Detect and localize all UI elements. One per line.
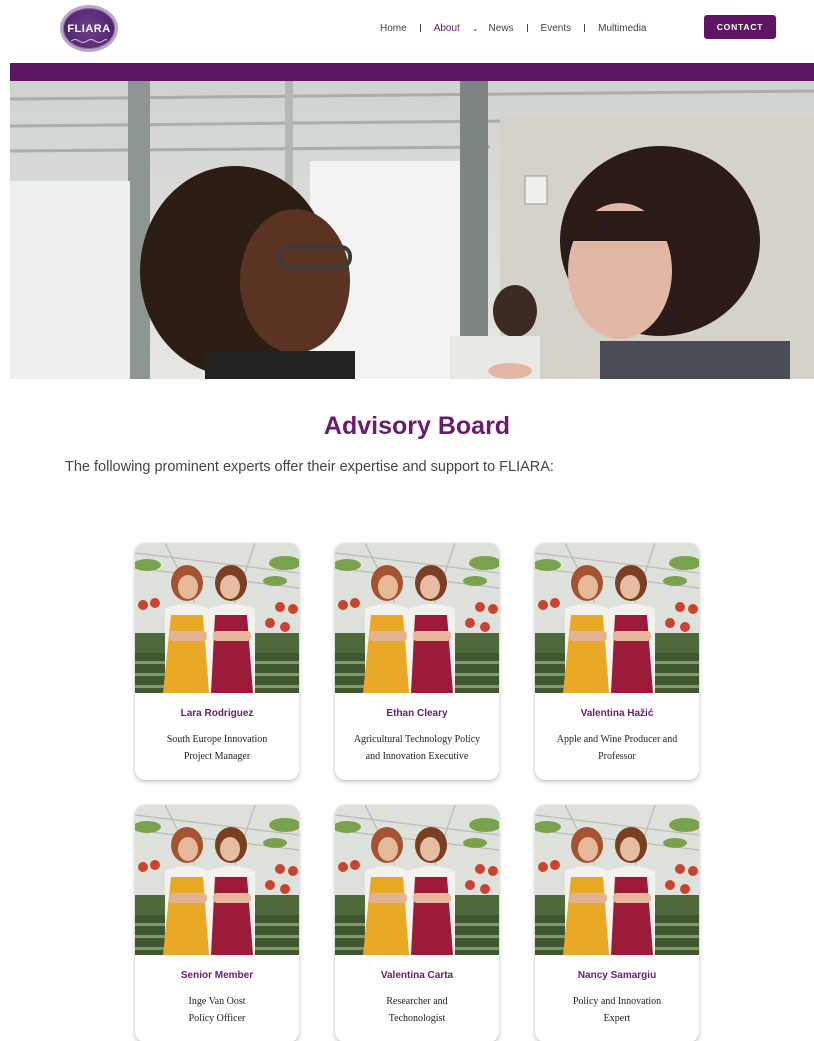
- logo-text: FLIARA: [67, 23, 111, 35]
- nav-about[interactable]: About: [434, 23, 460, 34]
- member-name: Valentina Carta: [380, 970, 454, 981]
- member-role-line: Expert: [603, 1013, 631, 1024]
- page-title: Advisory Board: [323, 412, 511, 440]
- nav-separator: [526, 24, 528, 32]
- member-photo: [335, 543, 499, 693]
- member-role: Inge Van Oost Policy Officer: [145, 993, 289, 1027]
- member-photo: [535, 543, 699, 693]
- member-role: Agricultural Technology Policy and Innova…: [345, 731, 489, 765]
- member-name: Valentina Hažić: [580, 708, 654, 719]
- member-role: Researcher and Techonologist: [345, 993, 489, 1027]
- nav-separator: [584, 24, 586, 32]
- member-card[interactable]: Lara Rodriguez South Europe Innovation Pro…: [135, 543, 299, 780]
- contact-button[interactable]: CONTACT: [704, 15, 776, 39]
- member-name: Senior Member: [180, 970, 254, 981]
- member-role: South Europe Innovation Project Manager: [145, 731, 289, 765]
- member-photo: [335, 805, 499, 955]
- nav-separator: [419, 24, 421, 32]
- member-role-line: Professor: [598, 751, 636, 762]
- member-role-line: Project Manager: [183, 751, 251, 762]
- member-role: Policy and Innovation Expert: [545, 993, 689, 1027]
- site-header: FLIARA Home About ⌄ News Events Multimed…: [0, 0, 814, 62]
- member-card[interactable]: Valentina Hažić Apple and Wine Producer a…: [535, 543, 699, 780]
- member-role-line: Policy and Innovation: [572, 996, 662, 1007]
- nav-events[interactable]: Events: [541, 23, 572, 34]
- member-role-line: Inge Van Oost: [188, 996, 246, 1007]
- member-role-line: Agricultural Technology Policy: [353, 734, 481, 745]
- member-role-line: Policy Officer: [188, 1013, 246, 1024]
- logo-wave-icon: [71, 39, 107, 43]
- fliara-logo[interactable]: FLIARA: [60, 5, 118, 52]
- member-card[interactable]: Valentina Carta Researcher and Techonologi…: [335, 805, 499, 1041]
- brand-bar: [10, 63, 814, 81]
- nav-multimedia[interactable]: Multimedia: [598, 23, 646, 34]
- member-role-line: Apple and Wine Producer and: [556, 734, 678, 745]
- member-role-line: South Europe Innovation: [166, 734, 268, 745]
- member-role-line: Researcher and: [386, 996, 448, 1007]
- main-nav: Home About ⌄ News Events Multimedia: [380, 20, 646, 36]
- chevron-down-icon[interactable]: ⌄: [472, 24, 479, 33]
- nav-home[interactable]: Home: [380, 23, 407, 34]
- member-card[interactable]: Ethan Cleary Agricultural Technology Poli…: [335, 543, 499, 780]
- nav-news[interactable]: News: [489, 23, 514, 34]
- member-photo: [135, 543, 299, 693]
- member-card[interactable]: Nancy Samargiu Policy and Innovation Exper…: [535, 805, 699, 1041]
- member-photo: [535, 805, 699, 955]
- member-card[interactable]: Senior Member Inge Van Oost Policy Officer: [135, 805, 299, 1041]
- member-name: Ethan Cleary: [386, 708, 448, 719]
- member-role-line: and Innovation Executive: [365, 751, 469, 762]
- section-intro: The following prominent experts offer th…: [65, 459, 554, 475]
- member-role: Apple and Wine Producer and Professor: [545, 731, 689, 765]
- member-role-line: Techonologist: [388, 1013, 446, 1024]
- member-photo: [135, 805, 299, 955]
- member-name: Lara Rodriguez: [180, 708, 254, 719]
- member-name: Nancy Samargiu: [577, 970, 657, 981]
- hero-image: [10, 81, 814, 379]
- hero-illustration: [10, 81, 814, 379]
